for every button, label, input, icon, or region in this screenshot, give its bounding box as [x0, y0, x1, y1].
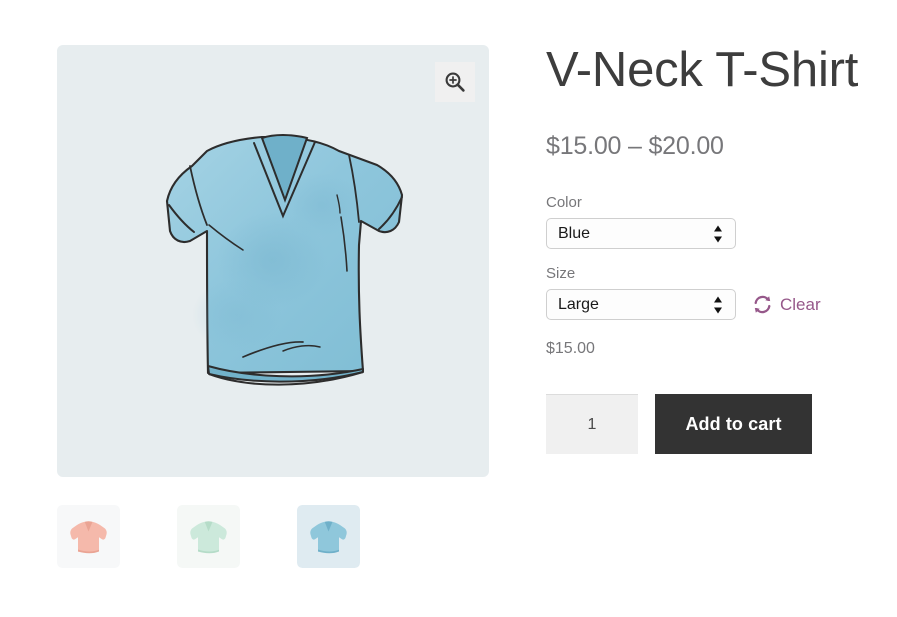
- zoom-magnifier-button[interactable]: [435, 62, 475, 102]
- color-label: Color: [546, 194, 582, 212]
- product-gallery: [57, 45, 489, 568]
- size-control: Large Clear: [546, 289, 866, 321]
- chevron-updown-icon: [714, 225, 723, 243]
- price-range: $15.00 – $20.00: [546, 132, 724, 161]
- clear-label: Clear: [780, 294, 821, 314]
- chevron-updown-icon: [714, 296, 723, 314]
- variation-row-size: Size Large Clear: [546, 265, 866, 321]
- blue-tshirt-icon: [297, 505, 360, 568]
- product-page: V-Neck T-Shirt $15.00 – $20.00 Color Blu…: [0, 0, 897, 617]
- blue-tshirt-thumbnail[interactable]: [297, 505, 360, 568]
- clear-variations-link[interactable]: Clear: [752, 294, 821, 315]
- green-tshirt-thumbnail[interactable]: [177, 505, 240, 568]
- green-tshirt-icon: [177, 505, 240, 568]
- add-to-cart-button[interactable]: Add to cart: [655, 394, 812, 455]
- page-title: V-Neck T-Shirt: [546, 43, 859, 97]
- selected-variation-price: $15.00: [546, 340, 595, 358]
- size-select[interactable]: Large: [546, 289, 736, 321]
- size-label: Size: [546, 265, 576, 283]
- tshirt-illustration: [165, 133, 404, 386]
- product-summary: V-Neck T-Shirt $15.00 – $20.00 Color Blu…: [546, 43, 866, 455]
- quantity-input[interactable]: [546, 394, 638, 455]
- add-to-cart-row: Add to cart: [546, 394, 866, 455]
- variations-form: Color Blue Size Large Clear: [546, 194, 866, 321]
- refresh-icon: [754, 296, 771, 314]
- pink-tshirt-icon: [57, 505, 120, 568]
- color-select[interactable]: Blue: [546, 218, 736, 250]
- main-product-image[interactable]: [57, 45, 489, 477]
- pink-tshirt-thumbnail[interactable]: [57, 505, 120, 568]
- variation-row-color: Color Blue: [546, 194, 866, 250]
- color-select-value: Blue: [558, 224, 591, 242]
- magnifier-plus-icon: [445, 72, 465, 92]
- color-control: Blue: [546, 218, 866, 250]
- thumbnail-list: [57, 505, 497, 568]
- size-select-value: Large: [558, 295, 599, 313]
